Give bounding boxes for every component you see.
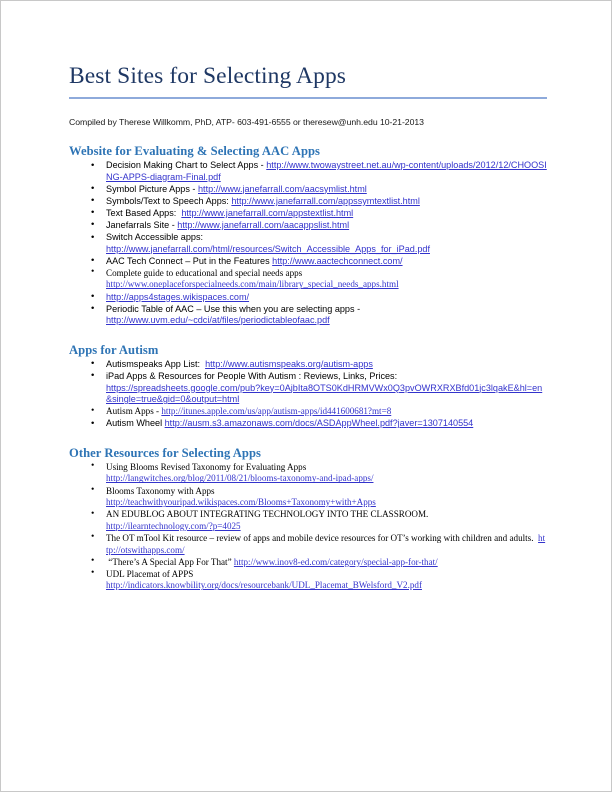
- list-item: http://apps4stages.wikispaces.com/: [69, 291, 547, 304]
- list-item: AN EDUBLOG ABOUT INTEGRATING TECHNOLOGY …: [69, 509, 547, 532]
- list-item-label: Symbols/Text to Speech Apps:: [106, 195, 232, 206]
- list-item: iPad Apps & Resources for People With Au…: [69, 370, 547, 406]
- resource-link[interactable]: http://teachwithyouripad.wikispaces.com/…: [106, 497, 376, 507]
- resource-link[interactable]: http://www.janefarrall.com/html/resource…: [106, 244, 430, 254]
- resource-link[interactable]: http://www.uvm.edu/~cdci/at/files/period…: [106, 315, 330, 325]
- list-item-label: The OT mTool Kit resource – review of ap…: [106, 532, 539, 543]
- resource-link[interactable]: https://spreadsheets.google.com/pub?key=…: [106, 383, 542, 405]
- resource-link[interactable]: http://ausm.s3.amazonaws.com/docs/ASDApp…: [165, 418, 474, 428]
- resource-list: Autismspeaks App List: http://www.autism…: [69, 358, 547, 430]
- list-item: Autism Wheel http://ausm.s3.amazonaws.co…: [69, 418, 547, 430]
- document-body: Best Sites for Selecting Apps Compiled b…: [69, 63, 547, 592]
- resource-link[interactable]: http://www.janefarrall.com/aacappslist.h…: [177, 220, 349, 230]
- list-item: Periodic Table of AAC – Use this when yo…: [69, 303, 547, 327]
- list-item-label: “There’s A Special App For That”: [106, 556, 234, 567]
- list-item-label: Text Based Apps:: [106, 207, 182, 218]
- resource-link[interactable]: http://apps4stages.wikispaces.com/: [106, 292, 249, 302]
- list-item-label: Autism Apps -: [106, 406, 162, 417]
- resource-link[interactable]: http://indicators.knowbility.org/docs/re…: [106, 580, 422, 590]
- section-heading: Other Resources for Selecting Apps: [69, 445, 261, 460]
- list-item: Janefarrals Site - http://www.janefarral…: [69, 220, 547, 232]
- page-title: Best Sites for Selecting Apps: [69, 63, 347, 89]
- resource-link[interactable]: http://langwitches.org/blog/2011/08/21/b…: [106, 473, 373, 483]
- resource-link[interactable]: http://www.janefarrall.com/appssymtextli…: [231, 196, 420, 206]
- list-item-label: Complete guide to educational and specia…: [106, 267, 303, 278]
- list-item: The OT mTool Kit resource – review of ap…: [69, 532, 547, 556]
- resource-link[interactable]: http://www.inov8-ed.com/category/special…: [234, 557, 438, 567]
- list-item-label: Blooms Taxonomy with Apps: [106, 485, 215, 496]
- list-item: Text Based Apps: http://www.janefarrall.…: [69, 207, 547, 220]
- resource-link[interactable]: http://www.aactechconnect.com/: [272, 256, 402, 266]
- list-item: Using Blooms Revised Taxonomy for Evalua…: [69, 461, 547, 485]
- list-item-label: Autism Wheel: [106, 418, 165, 429]
- list-item: Decision Making Chart to Select Apps - h…: [69, 160, 547, 183]
- byline: Compiled by Therese Willkomm, PhD, ATP- …: [69, 117, 424, 128]
- list-item-label: Periodic Table of AAC – Use this when yo…: [106, 303, 361, 314]
- resource-link[interactable]: http://www.autismspeaks.org/autism-apps: [205, 359, 373, 369]
- list-item-label: Using Blooms Revised Taxonomy for Evalua…: [106, 461, 307, 472]
- list-item-label: Decision Making Chart to Select Apps -: [106, 160, 267, 171]
- title-divider: [69, 97, 547, 100]
- resource-list: Using Blooms Revised Taxonomy for Evalua…: [69, 461, 547, 592]
- document-page: Best Sites for Selecting Apps Compiled b…: [0, 0, 612, 792]
- resource-link[interactable]: http://itunes.apple.com/us/app/autism-ap…: [161, 406, 391, 416]
- resource-link[interactable]: http://ilearntechnology.com/?p=4025: [106, 521, 241, 531]
- list-item: Symbols/Text to Speech Apps: http://www.…: [69, 195, 547, 208]
- list-item: Autismspeaks App List: http://www.autism…: [69, 358, 547, 371]
- resource-link[interactable]: http://www.janefarrall.com/appstextlist.…: [181, 208, 353, 218]
- list-item-label: UDL Placemat of APPS: [106, 568, 194, 579]
- list-item: Symbol Picture Apps - http://www.janefar…: [69, 183, 547, 196]
- list-item-label: Autismspeaks App List:: [106, 358, 206, 369]
- list-item: UDL Placemat of APPS http://indicators.k…: [69, 568, 547, 592]
- section-heading: Apps for Autism: [69, 342, 159, 357]
- list-item-label: iPad Apps & Resources for People With Au…: [106, 370, 398, 381]
- list-item: Switch Accessible apps: http://www.janef…: [69, 232, 547, 255]
- sections-container: Website for Evaluating & Selecting AAC A…: [69, 144, 547, 592]
- resource-link[interactable]: http://www.oneplaceforspecialneeds.com/m…: [106, 279, 399, 289]
- list-item: Complete guide to educational and specia…: [69, 267, 547, 291]
- list-item: Autism Apps - http://itunes.apple.com/us…: [69, 406, 547, 418]
- list-item-label: Janefarrals Site -: [106, 219, 178, 230]
- resource-list: Decision Making Chart to Select Apps - h…: [69, 160, 547, 327]
- list-item-label: AN EDUBLOG ABOUT INTEGRATING TECHNOLOGY …: [106, 509, 429, 520]
- resource-link[interactable]: http://www.janefarrall.com/aacsymlist.ht…: [198, 184, 367, 194]
- list-item: AAC Tech Connect – Put in the Features h…: [69, 255, 547, 268]
- list-item-label: Switch Accessible apps:: [106, 232, 204, 243]
- list-item-label: AAC Tech Connect – Put in the Features: [106, 255, 273, 266]
- list-item-label: Symbol Picture Apps -: [106, 183, 198, 194]
- list-item: “There’s A Special App For That” http://…: [69, 556, 547, 569]
- section-heading: Website for Evaluating & Selecting AAC A…: [69, 144, 321, 159]
- list-item: Blooms Taxonomy with Apps http://teachwi…: [69, 485, 547, 509]
